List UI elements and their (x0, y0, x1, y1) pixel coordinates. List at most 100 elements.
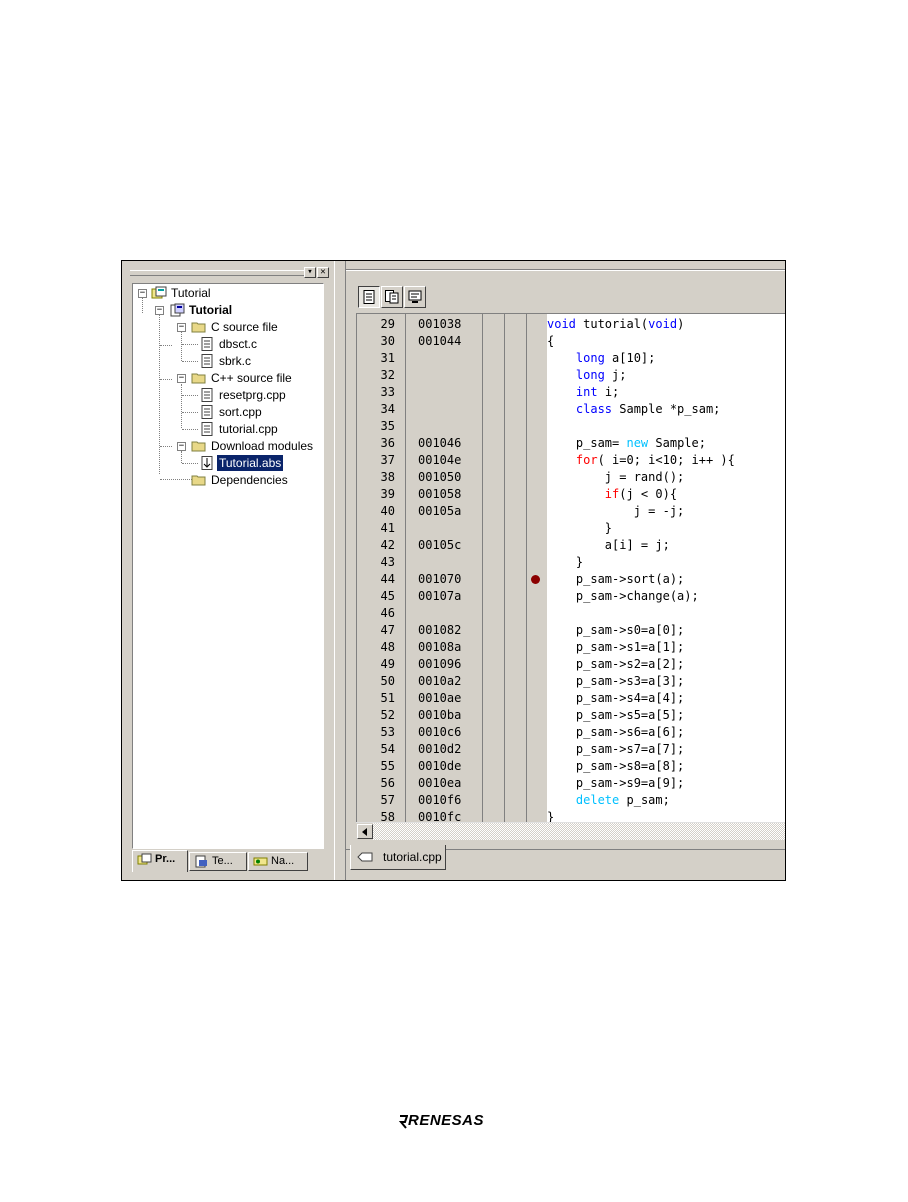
tree-node-c-source-folder[interactable]: − C source file (133, 319, 323, 335)
tree-node-project[interactable]: − Tutorial (133, 302, 323, 318)
tree-node-file[interactable]: dbsct.c (133, 336, 323, 352)
collapse-toggle[interactable]: − (177, 323, 186, 332)
source-code: } (547, 809, 554, 823)
code-line[interactable]: 41 } (357, 520, 785, 537)
tree-label: C++ source file (211, 371, 292, 385)
code-line[interactable]: 30 001044 { (357, 333, 785, 350)
download-module-icon (201, 456, 213, 470)
project-icon (170, 303, 185, 317)
mixed-mode-button[interactable] (381, 286, 403, 308)
tree-node-cpp-source-folder[interactable]: − C++ source file (133, 370, 323, 386)
source-code: p_sam= new Sample; (547, 435, 706, 452)
code-line[interactable]: 54 0010d2 p_sam->s7=a[7]; (357, 741, 785, 758)
code-line[interactable]: 42 00105c a[i] = j; (357, 537, 785, 554)
code-line[interactable]: 32 long j; (357, 367, 785, 384)
code-text: p_sam->s7=a[7]; (547, 742, 685, 756)
tab-projects[interactable]: Pr... (132, 850, 188, 872)
collapse-toggle[interactable]: − (155, 306, 164, 315)
tree-node-file[interactable]: sbrk.c (133, 353, 323, 369)
source-code: } (547, 520, 612, 537)
folder-open-icon (191, 441, 206, 452)
scroll-left-arrow-icon[interactable] (357, 824, 373, 839)
code-text: p_sam; (619, 793, 670, 807)
file-icon (201, 388, 213, 402)
code-line[interactable]: 46 (357, 605, 785, 622)
code-text: j = rand(); (547, 470, 685, 484)
code-line[interactable]: 47 001082 p_sam->s0=a[0]; (357, 622, 785, 639)
code-line[interactable]: 36 001046 p_sam= new Sample; (357, 435, 785, 452)
tab-tutorial-cpp[interactable]: tutorial.cpp (350, 845, 446, 870)
source-code: p_sam->sort(a); (547, 571, 684, 588)
tab-navigation[interactable]: Na... (248, 852, 308, 871)
code-line[interactable]: 55 0010de p_sam->s8=a[8]; (357, 758, 785, 775)
code-line[interactable]: 52 0010ba p_sam->s5=a[5]; (357, 707, 785, 724)
code-line[interactable]: 58 0010fc} (357, 809, 785, 823)
source-code: } (547, 554, 583, 571)
code-text: p_sam->s4=a[4]; (547, 691, 685, 705)
line-number: 48 (380, 640, 395, 654)
code-keyword: long (575, 351, 605, 365)
code-line[interactable]: 50 0010a2 p_sam->s3=a[3]; (357, 673, 785, 690)
tree-label: Tutorial (171, 286, 211, 300)
code-line[interactable]: 40 00105a j = -j; (357, 503, 785, 520)
tree-node-download-folder[interactable]: − Download modules (133, 438, 323, 454)
code-line[interactable]: 51 0010ae p_sam->s4=a[4]; (357, 690, 785, 707)
line-number: 37 (380, 453, 395, 467)
projects-tab-icon (137, 853, 152, 865)
code-line[interactable]: 38 001050 j = rand(); (357, 469, 785, 486)
source-code: p_sam->s4=a[4]; (547, 690, 684, 707)
code-line[interactable]: 57 0010f6 delete p_sam; (357, 792, 785, 809)
file-icon (201, 422, 213, 436)
tree-node-download-file[interactable]: Tutorial.abs (133, 455, 323, 471)
close-button[interactable]: ✕ (317, 267, 329, 278)
tree-node-file[interactable]: tutorial.cpp (133, 421, 323, 437)
code-line[interactable]: 49 001096 p_sam->s2=a[2]; (357, 656, 785, 673)
code-keyword: new (626, 436, 649, 450)
dock-menu-button[interactable]: ▾ (304, 267, 316, 278)
source-mode-button[interactable] (358, 286, 380, 308)
tree-node-file[interactable]: resetprg.cpp (133, 387, 323, 403)
workspace-titlebar[interactable]: ▾ ✕ (128, 265, 330, 279)
collapse-toggle[interactable]: − (177, 442, 186, 451)
line-number: 29 (380, 317, 395, 331)
code-line[interactable]: 44 001070 p_sam->sort(a); (357, 571, 785, 588)
source-code: p_sam->s3=a[3]; (547, 673, 684, 690)
pane-splitter[interactable] (334, 261, 346, 880)
breakpoint-icon[interactable] (531, 575, 540, 584)
scroll-track[interactable] (373, 823, 785, 840)
line-number: 34 (380, 402, 395, 416)
tree-node-file[interactable]: sort.cpp (133, 404, 323, 420)
code-line[interactable]: 45 00107a p_sam->change(a); (357, 588, 785, 605)
line-address: 0010ba (418, 708, 462, 722)
code-text: ) (677, 317, 685, 331)
code-line[interactable]: 34 class Sample *p_sam; (357, 401, 785, 418)
logo-mark-icon (398, 1115, 408, 1129)
code-line[interactable]: 35 (357, 418, 785, 435)
line-number: 35 (380, 419, 395, 433)
code-line[interactable]: 29 001038 void tutorial(void) (357, 316, 785, 333)
tree-node-workspace[interactable]: − Tutorial (133, 285, 323, 301)
source-editor[interactable]: 29 001038 void tutorial(void) 30 001044 {31 l… (356, 313, 785, 823)
code-line[interactable]: 33 int i; (357, 384, 785, 401)
code-line[interactable]: 56 0010ea p_sam->s9=a[9]; (357, 775, 785, 792)
code-line[interactable]: 48 00108a p_sam->s1=a[1]; (357, 639, 785, 656)
code-line[interactable]: 53 0010c6 p_sam->s6=a[6]; (357, 724, 785, 741)
collapse-toggle[interactable]: − (138, 289, 147, 298)
code-line[interactable]: 43 } (357, 554, 785, 571)
code-line[interactable]: 37 00104e for( i=0; i<10; i++ ){ (357, 452, 785, 469)
disassembly-mode-button[interactable] (404, 286, 426, 308)
collapse-toggle[interactable]: − (177, 374, 186, 383)
code-keyword: void (547, 317, 576, 331)
code-line[interactable]: 39 001058 if(j < 0){ (357, 486, 785, 503)
dock-grip[interactable] (130, 270, 308, 276)
tree-node-dependencies[interactable]: Dependencies (133, 472, 323, 488)
code-line[interactable]: 31 long a[10]; (357, 350, 785, 367)
code-text: } (547, 555, 584, 569)
tab-templates[interactable]: Te... (189, 852, 247, 871)
toolbar-divider (346, 269, 785, 271)
tree-label: tutorial.cpp (219, 422, 278, 436)
horizontal-scrollbar[interactable] (356, 822, 785, 840)
